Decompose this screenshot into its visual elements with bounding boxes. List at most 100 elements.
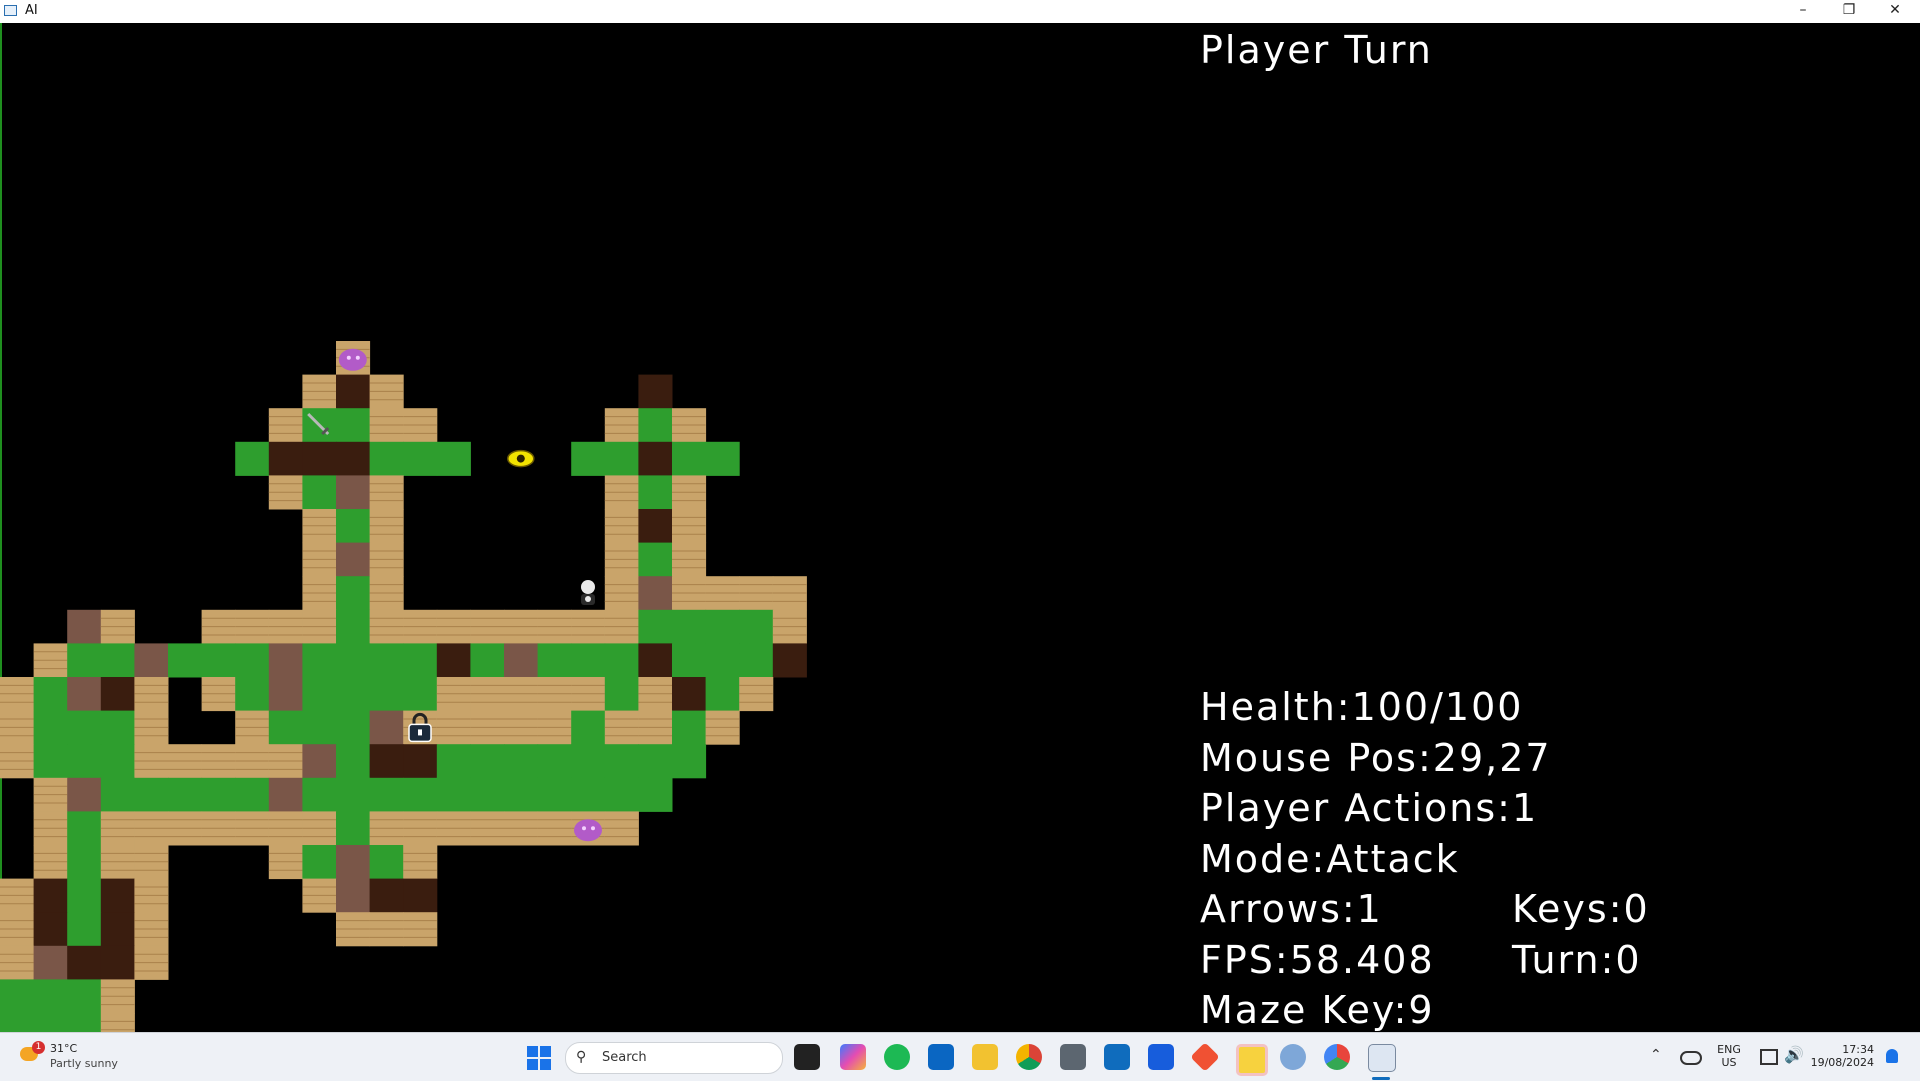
grass-tile[interactable]	[67, 912, 102, 947]
grass-tile[interactable]	[336, 576, 371, 611]
grass-tile[interactable]	[403, 643, 438, 678]
stone-tile[interactable]	[369, 710, 404, 745]
grass-tile[interactable]	[571, 744, 606, 779]
weather-widget[interactable]: 1 31°C Partly sunny	[14, 1039, 144, 1075]
dirt-tile[interactable]	[369, 744, 404, 779]
grass-tile[interactable]	[33, 1013, 68, 1032]
stone-tile[interactable]	[33, 945, 68, 980]
file-explorer-icon[interactable]	[972, 1044, 998, 1070]
grass-tile[interactable]	[604, 744, 639, 779]
grass-tile[interactable]	[672, 744, 707, 779]
grass-tile[interactable]	[33, 710, 68, 745]
grass-tile[interactable]	[537, 777, 572, 812]
stone-tile[interactable]	[268, 777, 303, 812]
grass-tile[interactable]	[100, 777, 135, 812]
search-box[interactable]: ⚲ Search	[565, 1042, 783, 1074]
stone-tile[interactable]	[336, 475, 371, 510]
grass-tile[interactable]	[67, 979, 102, 1014]
minimize-button[interactable]: –	[1780, 0, 1826, 23]
task-view-icon[interactable]	[794, 1044, 820, 1070]
dirt-tile[interactable]	[100, 878, 135, 913]
grass-tile[interactable]	[67, 811, 102, 846]
grass-tile[interactable]	[302, 777, 337, 812]
grass-tile[interactable]	[100, 710, 135, 745]
grass-tile[interactable]	[604, 777, 639, 812]
grass-tile[interactable]	[369, 643, 404, 678]
grass-tile[interactable]	[302, 845, 337, 880]
dirt-tile[interactable]	[302, 441, 337, 476]
copilot-icon[interactable]	[840, 1044, 866, 1070]
grass-tile[interactable]	[268, 710, 303, 745]
dirt-tile[interactable]	[67, 945, 102, 980]
purple-slime-icon[interactable]	[574, 819, 602, 842]
grass-tile[interactable]	[302, 710, 337, 745]
grass-tile[interactable]	[201, 643, 236, 678]
grass-tile[interactable]	[235, 677, 270, 712]
grass-tile[interactable]	[168, 777, 203, 812]
grass-tile[interactable]	[0, 1013, 35, 1032]
grass-tile[interactable]	[638, 744, 673, 779]
grass-tile[interactable]	[470, 744, 505, 779]
grass-tile[interactable]	[638, 542, 673, 577]
dirt-tile[interactable]	[268, 441, 303, 476]
grass-tile[interactable]	[369, 777, 404, 812]
grass-tile[interactable]	[504, 744, 539, 779]
grass-tile[interactable]	[705, 677, 740, 712]
notification-bell-icon[interactable]	[1886, 1049, 1898, 1063]
dirt-tile[interactable]	[33, 912, 68, 947]
grass-tile[interactable]	[571, 441, 606, 476]
plank-tile[interactable]	[100, 1013, 135, 1032]
grass-tile[interactable]	[336, 744, 371, 779]
grass-tile[interactable]	[33, 979, 68, 1014]
grass-tile[interactable]	[672, 710, 707, 745]
grass-tile[interactable]	[403, 777, 438, 812]
grass-tile[interactable]	[100, 744, 135, 779]
grass-tile[interactable]	[369, 441, 404, 476]
stone-tile[interactable]	[504, 643, 539, 678]
grass-tile[interactable]	[336, 509, 371, 544]
dirt-tile[interactable]	[638, 509, 673, 544]
dirt-tile[interactable]	[403, 878, 438, 913]
grass-tile[interactable]	[436, 744, 471, 779]
r-app-icon[interactable]	[1280, 1044, 1306, 1070]
bitwarden-icon[interactable]	[1148, 1044, 1174, 1070]
dirt-tile[interactable]	[100, 945, 135, 980]
grass-tile[interactable]	[672, 609, 707, 644]
grass-tile[interactable]	[33, 677, 68, 712]
grass-tile[interactable]	[571, 777, 606, 812]
close-button[interactable]: ✕	[1872, 0, 1918, 23]
stone-tile[interactable]	[67, 777, 102, 812]
dirt-tile[interactable]	[638, 374, 673, 409]
grass-tile[interactable]	[168, 643, 203, 678]
chevron-up-icon[interactable]: ⌃	[1650, 1047, 1662, 1063]
dirt-tile[interactable]	[100, 677, 135, 712]
grass-tile[interactable]	[403, 677, 438, 712]
grass-tile[interactable]	[302, 475, 337, 510]
grass-tile[interactable]	[100, 643, 135, 678]
grass-tile[interactable]	[336, 643, 371, 678]
grass-tile[interactable]	[235, 441, 270, 476]
grass-tile[interactable]	[705, 609, 740, 644]
grass-tile[interactable]	[739, 643, 774, 678]
grass-tile[interactable]	[336, 710, 371, 745]
onedrive-icon[interactable]	[1680, 1051, 1702, 1065]
language-indicator[interactable]: ENG US	[1712, 1043, 1746, 1069]
eye-icon[interactable]	[507, 449, 535, 468]
grass-tile[interactable]	[672, 441, 707, 476]
app-tool-icon[interactable]	[1060, 1044, 1086, 1070]
stone-tile[interactable]	[638, 576, 673, 611]
clock[interactable]: 17:34 19/08/2024	[1806, 1043, 1874, 1069]
purple-slime-icon[interactable]	[338, 348, 367, 371]
grass-tile[interactable]	[67, 744, 102, 779]
grass-tile[interactable]	[67, 710, 102, 745]
dirt-tile[interactable]	[33, 878, 68, 913]
stone-tile[interactable]	[268, 643, 303, 678]
grass-tile[interactable]	[470, 643, 505, 678]
grass-tile[interactable]	[436, 441, 471, 476]
dirt-tile[interactable]	[100, 912, 135, 947]
grass-tile[interactable]	[0, 979, 35, 1014]
grass-tile[interactable]	[571, 710, 606, 745]
sticky-notes-icon[interactable]	[1236, 1044, 1268, 1076]
browser-icon[interactable]	[1324, 1044, 1350, 1070]
grass-tile[interactable]	[638, 475, 673, 510]
